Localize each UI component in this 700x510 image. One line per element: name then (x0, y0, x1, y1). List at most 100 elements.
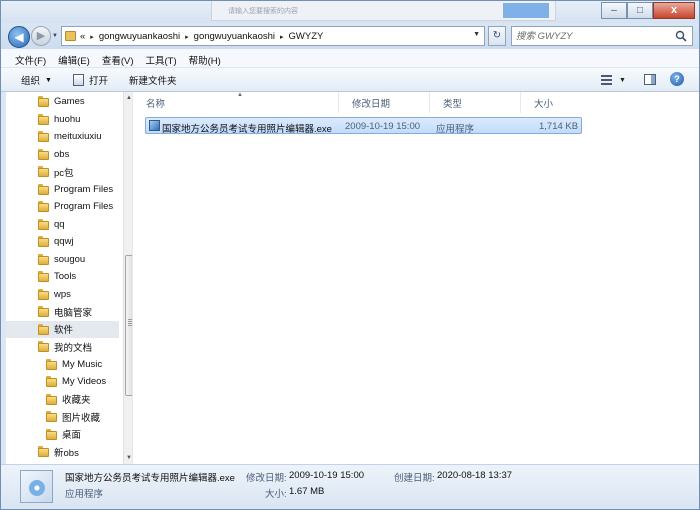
nav-tree-label: My Music (62, 358, 103, 370)
nav-tree-item[interactable]: wps (6, 286, 119, 303)
file-type: 应用程序 (436, 124, 475, 135)
background-window-button (503, 3, 549, 18)
breadcrumb-overflow[interactable]: « (80, 31, 85, 42)
menu-tools[interactable]: 工具(T) (139, 49, 182, 67)
column-header-size[interactable]: 大小 (521, 92, 591, 113)
nav-tree-item[interactable]: 桌面 (6, 426, 119, 443)
address-dropdown-icon[interactable]: ▼ (473, 31, 480, 38)
nav-tree-label: 电脑管家 (54, 307, 93, 319)
folder-icon (38, 341, 49, 352)
menu-help[interactable]: 帮助(H) (183, 49, 227, 67)
nav-tree-label: sougou (54, 253, 86, 265)
nav-tree-label: pc包 (54, 167, 74, 179)
menu-edit[interactable]: 编辑(E) (52, 49, 96, 67)
command-bar: 组织 ▼ 打开 新建文件夹 ▼ ? (1, 68, 699, 92)
nav-tree-label: qq (54, 218, 65, 230)
nav-tree-label: meituxiuxiu (54, 131, 102, 142)
nav-tree-label: 图片收藏 (62, 412, 101, 424)
nav-tree-item[interactable]: Tools (6, 268, 119, 285)
back-button[interactable]: ◀ (8, 26, 30, 48)
search-input[interactable] (516, 29, 666, 43)
breadcrumb-separator-icon[interactable]: ▸ (185, 33, 189, 41)
close-button[interactable]: x (653, 2, 695, 19)
breadcrumb-item[interactable]: gongwuyuankaoshi (194, 31, 275, 42)
nav-tree-item[interactable]: pc包 (6, 163, 119, 180)
details-created-value: 2020-08-18 13:37 (437, 470, 513, 481)
nav-tree-item[interactable]: My Music (6, 356, 119, 373)
search-box[interactable] (511, 26, 693, 46)
menu-view[interactable]: 查看(V) (96, 49, 140, 67)
application-file-icon (20, 470, 53, 503)
file-row[interactable]: 国家地方公务员考试专用照片编辑器.exe 2009-10-19 15:00 应用… (145, 117, 582, 135)
nav-tree-item[interactable]: 我的文档 (6, 338, 119, 355)
file-name: 国家地方公务员考试专用照片编辑器.exe (162, 124, 332, 135)
folder-icon (38, 201, 49, 212)
disc-icon (29, 480, 45, 496)
nav-tree-item[interactable]: 电脑管家 (6, 303, 119, 320)
folder-icon (38, 323, 49, 335)
details-modified-value: 2009-10-19 15:00 (289, 470, 365, 481)
help-icon[interactable]: ? (670, 72, 684, 86)
open-icon (73, 74, 84, 86)
column-header-modified[interactable]: 修改日期 (339, 92, 430, 113)
minimize-icon: – (611, 4, 617, 16)
nav-tree-label: My Videos (62, 376, 107, 387)
search-icon[interactable] (675, 30, 687, 42)
nav-tree-item[interactable]: qqwj (6, 233, 119, 250)
details-created-label: 创建日期: (394, 473, 435, 484)
title-bar[interactable]: 请输入您要搜索的内容 – □ x (1, 1, 699, 23)
folder-icon (46, 428, 57, 440)
open-button[interactable]: 打开 (73, 73, 108, 87)
details-size-value: 1.67 MB (289, 486, 325, 497)
minimize-button[interactable]: – (601, 2, 627, 19)
change-view-button[interactable]: ▼ (601, 73, 629, 87)
preview-pane-icon[interactable] (644, 74, 656, 85)
nav-tree-item[interactable]: My Videos (6, 373, 119, 390)
nav-tree-item[interactable]: Program Files (6, 198, 119, 215)
nav-tree-item[interactable]: Program Files (6, 181, 119, 198)
column-header-modified-label: 修改日期 (352, 98, 391, 110)
file-size: 1,714 KB (539, 121, 579, 132)
nav-tree-item[interactable]: 新obs (6, 443, 119, 460)
breadcrumb: « ▸ gongwuyuankaoshi ▸ gongwuyuankaoshi … (80, 31, 323, 42)
nav-tree-label: wps (54, 288, 71, 300)
folder-icon (38, 218, 49, 230)
nav-tree-item[interactable]: huohu (6, 111, 119, 128)
nav-tree-item[interactable]: 软件 (6, 320, 119, 338)
folder-icon (46, 411, 57, 422)
nav-tree-item[interactable]: 图片收藏 (6, 408, 119, 425)
folder-icon (38, 166, 49, 177)
menu-bar: 文件(F) 编辑(E) 查看(V) 工具(T) 帮助(H) (1, 49, 699, 68)
breadcrumb-separator-icon[interactable]: ▸ (90, 33, 94, 41)
breadcrumb-item[interactable]: gongwuyuankaoshi (99, 31, 180, 42)
maximize-button[interactable]: □ (627, 2, 653, 19)
breadcrumb-item[interactable]: GWYZY (289, 31, 324, 42)
nav-tree-item[interactable]: sougou (6, 251, 119, 268)
folder-icon (38, 236, 49, 247)
column-header-type[interactable]: 类型 (430, 92, 521, 113)
folder-icon (38, 306, 49, 317)
chevron-down-icon: ▼ (619, 76, 626, 84)
refresh-button[interactable]: ↻ (488, 26, 506, 46)
nav-tree-item[interactable]: obs (6, 146, 119, 163)
nav-tree-item[interactable]: 收藏夹 (6, 391, 119, 408)
breadcrumb-separator-icon[interactable]: ▸ (280, 33, 284, 41)
nav-tree-item[interactable]: qq (6, 216, 119, 233)
nav-tree-item[interactable]: Games (6, 93, 119, 110)
new-folder-button[interactable]: 新建文件夹 (129, 73, 177, 87)
column-header-name[interactable]: 名称 ▲ (133, 92, 339, 113)
address-bar[interactable]: « ▸ gongwuyuankaoshi ▸ gongwuyuankaoshi … (61, 26, 485, 46)
nav-tree-label: huohu (54, 113, 81, 125)
window-controls: – □ x (601, 2, 695, 19)
nav-tree-label: Games (54, 96, 85, 107)
nav-tree-item[interactable]: meituxiuxiu (6, 128, 119, 145)
organize-label: 组织 (21, 76, 41, 87)
details-size-label: 大小: (265, 489, 287, 500)
nav-tree-label: obs (54, 148, 70, 160)
new-folder-label: 新建文件夹 (129, 76, 177, 87)
column-header-type-label: 类型 (443, 98, 463, 110)
forward-button[interactable]: ▶ (31, 26, 51, 46)
recent-pages-dropdown-icon[interactable]: ▼ (52, 33, 58, 39)
menu-file[interactable]: 文件(F) (9, 49, 52, 67)
organize-button[interactable]: 组织 ▼ (21, 73, 52, 87)
